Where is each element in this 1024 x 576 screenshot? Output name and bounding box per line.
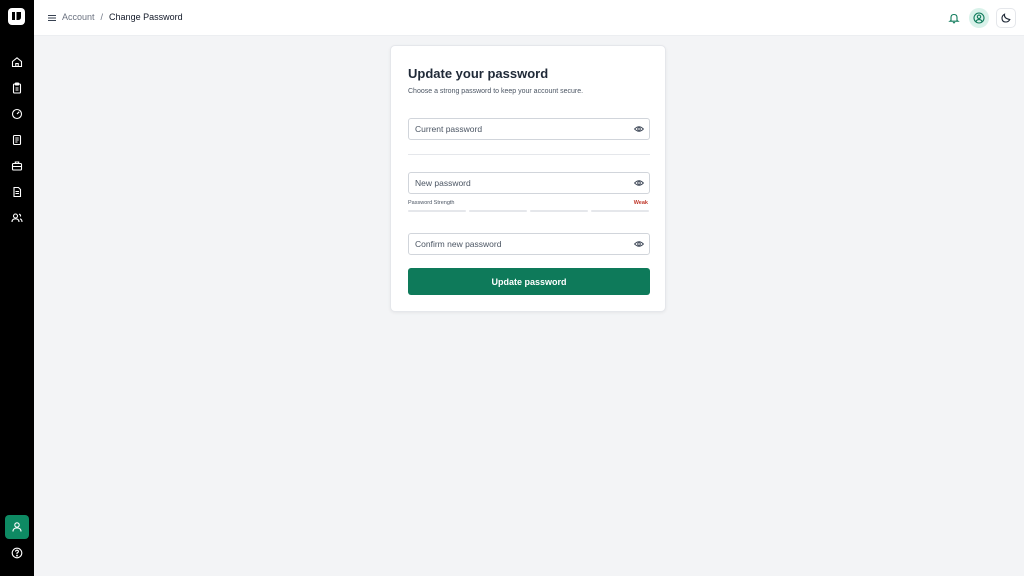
user-circle-icon [973, 12, 985, 24]
eye-icon[interactable] [634, 240, 644, 248]
strength-segment [591, 210, 649, 212]
top-bar: Account / Change Password [34, 0, 1024, 36]
breadcrumb: Account / Change Password [62, 12, 183, 22]
menu-icon[interactable] [46, 12, 58, 24]
strength-segment [408, 210, 466, 212]
breadcrumb-separator: / [100, 12, 104, 22]
sidebar-item-document[interactable] [7, 130, 27, 150]
password-strength-label: Password Strength [408, 200, 455, 206]
users-icon [11, 213, 23, 223]
confirm-password-field [408, 233, 650, 255]
strength-segment [469, 210, 527, 212]
change-password-card: Update your password Choose a strong pas… [390, 45, 666, 312]
new-password-field [408, 172, 650, 194]
form-subtitle: Choose a strong password to keep your ac… [408, 88, 584, 95]
form-title: Update your password [408, 66, 549, 81]
current-password-field [408, 118, 650, 140]
sidebar-item-file-text[interactable] [7, 182, 27, 202]
divider [408, 154, 650, 155]
home-icon [11, 57, 23, 68]
document-icon [12, 134, 22, 146]
eye-icon[interactable] [634, 125, 644, 133]
sidebar-item-clipboard[interactable] [7, 78, 27, 98]
bell-icon[interactable] [948, 12, 960, 24]
password-strength-value: Weak [633, 200, 648, 206]
briefcase-icon [11, 161, 23, 171]
clipboard-icon [12, 82, 22, 94]
logo-icon[interactable] [8, 8, 25, 25]
current-password-input[interactable] [409, 119, 629, 139]
sidebar-item-users[interactable] [7, 208, 27, 228]
theme-toggle-button[interactable] [996, 8, 1016, 28]
sidebar-item-profile[interactable] [5, 515, 29, 539]
sidebar-item-briefcase[interactable] [7, 156, 27, 176]
breadcrumb-account[interactable]: Account [62, 12, 95, 22]
moon-icon [1001, 13, 1011, 23]
confirm-password-input[interactable] [409, 234, 629, 254]
strength-segment [530, 210, 588, 212]
sidebar [0, 0, 34, 576]
new-password-input[interactable] [409, 173, 629, 193]
user-icon [12, 522, 22, 532]
profile-button[interactable] [969, 8, 989, 28]
sidebar-item-home[interactable] [7, 52, 27, 72]
eye-icon[interactable] [634, 179, 644, 187]
sidebar-item-help[interactable] [7, 543, 27, 563]
breadcrumb-current: Change Password [109, 12, 183, 22]
sidebar-item-gauge[interactable] [7, 104, 27, 124]
help-icon [11, 547, 23, 559]
gauge-icon [11, 108, 23, 120]
update-password-button[interactable]: Update password [408, 268, 650, 295]
file-text-icon [13, 186, 22, 198]
